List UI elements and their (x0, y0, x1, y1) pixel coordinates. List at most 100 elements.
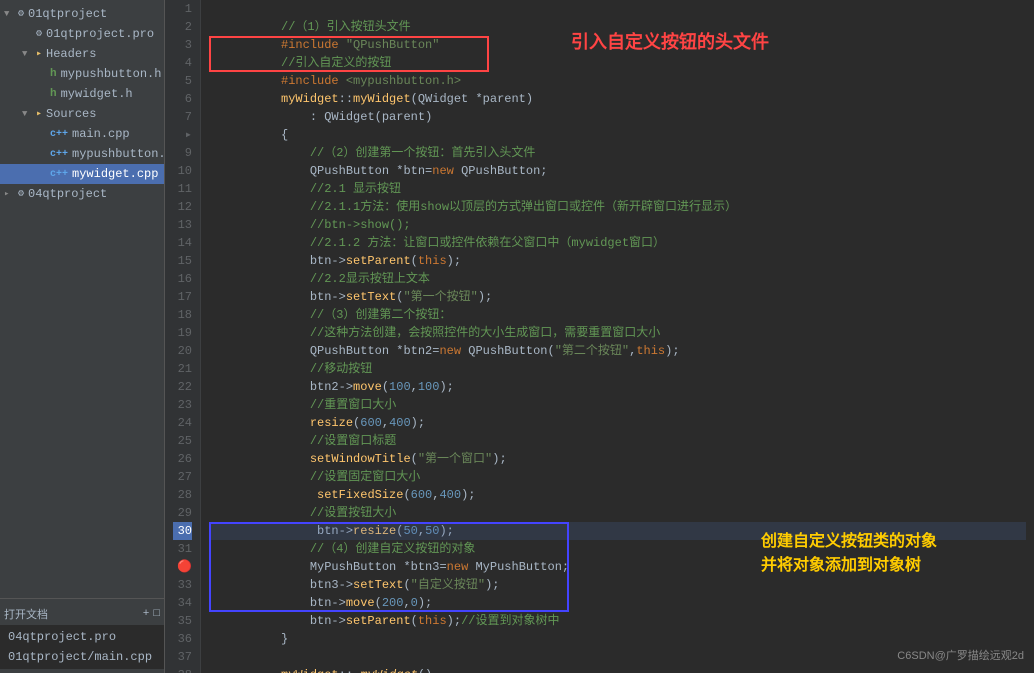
ln-9: 9 (173, 144, 192, 162)
code-line-26: //设置固定窗口大小 (209, 450, 1026, 468)
code-line-23: resize(600,400); (209, 396, 1026, 414)
tree-item-mypushbutton-cpp[interactable]: c++ mypushbutton.cpp (0, 144, 164, 164)
ln-4: 4 (173, 54, 192, 72)
ln-1: 1 (173, 0, 192, 18)
code-line-15: //2.2显示按钮上文本 (209, 252, 1026, 270)
ln-8: ▸ (173, 126, 192, 144)
project-icon: ⚙ (18, 8, 24, 20)
ln-30: 30 (173, 522, 192, 540)
code-line-7: { (209, 108, 1026, 126)
doc-label: 04qtproject.pro (8, 630, 116, 644)
tree-item-label: mypushbutton.cpp (72, 147, 164, 161)
folder-icon: ▸ (36, 108, 42, 120)
tree-item-mywidget-cpp[interactable]: c++ mywidget.cpp (0, 164, 164, 184)
add-doc-button[interactable]: + (143, 608, 150, 620)
code-line-1: //（1）引入按钮头文件 (209, 0, 1026, 18)
ln-36: 36 (173, 630, 192, 648)
ln-33: 33 (173, 576, 192, 594)
ln-21: 21 (173, 360, 192, 378)
ln-10: 10 (173, 162, 192, 180)
code-line-13: //2.1.2 方法：让窗口或控件依赖在父窗口中（mywidget窗口） (209, 216, 1026, 234)
ln-24: 24 (173, 414, 192, 432)
line-numbers: 1 2 3 4 5 6 7 ▸ 9 10 11 12 13 14 15 16 1… (165, 0, 201, 673)
code-content: 1 2 3 4 5 6 7 ▸ 9 10 11 12 13 14 15 16 1… (165, 0, 1034, 673)
open-doc-item-1[interactable]: 04qtproject.pro (0, 627, 164, 647)
code-line-3: //引入自定义的按钮 (209, 36, 1026, 54)
tree-item-mywidget-h[interactable]: h mywidget.h (0, 84, 164, 104)
code-line-11: //2.1.1方法：使用show以顶层的方式弹出窗口或控件（新开辟窗口进行显示） (209, 180, 1026, 198)
ln-34: 34 (173, 594, 192, 612)
tree-item-label: 01qtproject.pro (46, 27, 154, 41)
code-line-28: //设置按钮大小 (209, 486, 1026, 504)
code-line-24: //设置窗口标题 (209, 414, 1026, 432)
code-line-14: btn->setParent(this); (209, 234, 1026, 252)
h-icon: h (50, 88, 57, 100)
ln-13: 13 (173, 216, 192, 234)
code-line-17: //（3）创建第二个按钮： (209, 288, 1026, 306)
split-doc-button[interactable]: □ (153, 608, 160, 620)
project-icon: ⚙ (18, 188, 24, 200)
code-lines-wrapper: //（1）引入按钮头文件 #include "QPushButton" //引入… (201, 0, 1034, 673)
code-line-9: QPushButton *btn=new QPushButton; (209, 144, 1026, 162)
ln-29: 29 (173, 504, 192, 522)
code-line-27: setFixedSize(600,400); (209, 468, 1026, 486)
ln-20: 20 (173, 342, 192, 360)
ln-16: 16 (173, 270, 192, 288)
code-line-33: btn->move(200,0); (209, 576, 1026, 594)
code-line-5: myWidget::myWidget(QWidget *parent) (209, 72, 1026, 90)
code-line-4: #include <mypushbutton.h> (209, 54, 1026, 72)
code-line-36 (209, 630, 1026, 648)
open-doc-item-2[interactable]: 01qtproject/main.cpp (0, 647, 164, 667)
ln-18: 18 (173, 306, 192, 324)
file-tree: ▼ ⚙ 01qtproject ⚙ 01qtproject.pro ▼ ▸ He… (0, 0, 164, 598)
ln-7: 7 (173, 108, 192, 126)
code-line-25: setWindowTitle("第一个窗口"); (209, 432, 1026, 450)
ln-25: 25 (173, 432, 192, 450)
ln-15: 15 (173, 252, 192, 270)
open-docs-list: 04qtproject.pro 01qtproject/main.cpp (0, 625, 164, 669)
tree-item-label: mywidget.h (61, 87, 133, 101)
tree-item-sources[interactable]: ▼ ▸ Sources (0, 104, 164, 124)
arrow-icon: ▼ (22, 49, 36, 59)
ln-12: 12 (173, 198, 192, 216)
tree-item-04qtproject[interactable]: ▸ ⚙ 04qtproject (0, 184, 164, 204)
ln-2: 2 (173, 18, 192, 36)
code-line-8: //（2）创建第一个按钮：首先引入头文件 (209, 126, 1026, 144)
code-line-18: //这种方法创建，会按照控件的大小生成窗口，需要重置窗口大小 (209, 306, 1026, 324)
tree-item-main-cpp[interactable]: c++ main.cpp (0, 124, 164, 144)
tree-item-label: 01qtproject (28, 7, 107, 21)
code-line-16: btn->setText("第一个按钮"); (209, 270, 1026, 288)
pro-icon: ⚙ (36, 28, 42, 40)
tree-item-01qtproject[interactable]: ▼ ⚙ 01qtproject (0, 4, 164, 24)
ln-37: 37 (173, 648, 192, 666)
cpp-icon: c++ (50, 129, 68, 140)
arrow-icon: ▼ (22, 109, 36, 119)
ln-28: 28 (173, 486, 192, 504)
code-line-6: : QWidget(parent) (209, 90, 1026, 108)
ln-26: 26 (173, 450, 192, 468)
tree-item-label: Sources (46, 107, 96, 121)
code-line-21: btn2->move(100,100); (209, 360, 1026, 378)
code-line-2: #include "QPushButton" (209, 18, 1026, 36)
cpp-icon: c++ (50, 149, 68, 160)
ln-22: 22 (173, 378, 192, 396)
tree-item-mypushbutton-h[interactable]: h mypushbutton.h (0, 64, 164, 84)
tree-item-pro[interactable]: ⚙ 01qtproject.pro (0, 24, 164, 44)
ln-23: 23 (173, 396, 192, 414)
tree-item-label: mypushbutton.h (61, 67, 162, 81)
code-line-22: //重置窗口大小 (209, 378, 1026, 396)
ln-32: 🔴 (173, 558, 192, 576)
ln-17: 17 (173, 288, 192, 306)
ln-11: 11 (173, 180, 192, 198)
tree-item-headers[interactable]: ▼ ▸ Headers (0, 44, 164, 64)
code-line-19: QPushButton *btn2=new QPushButton("第二个按钮… (209, 324, 1026, 342)
code-lines[interactable]: //（1）引入按钮头文件 #include "QPushButton" //引入… (201, 0, 1034, 673)
code-line-29: btn->resize(50,50); (209, 504, 1026, 522)
ln-27: 27 (173, 468, 192, 486)
code-line-10: //2.1 显示按钮 (209, 162, 1026, 180)
code-line-35: } (209, 612, 1026, 630)
ln-6: 6 (173, 90, 192, 108)
code-line-31: MyPushButton *btn3=new MyPushButton; (209, 540, 1026, 558)
code-line-12: //btn->show(); (209, 198, 1026, 216)
ln-35: 35 (173, 612, 192, 630)
